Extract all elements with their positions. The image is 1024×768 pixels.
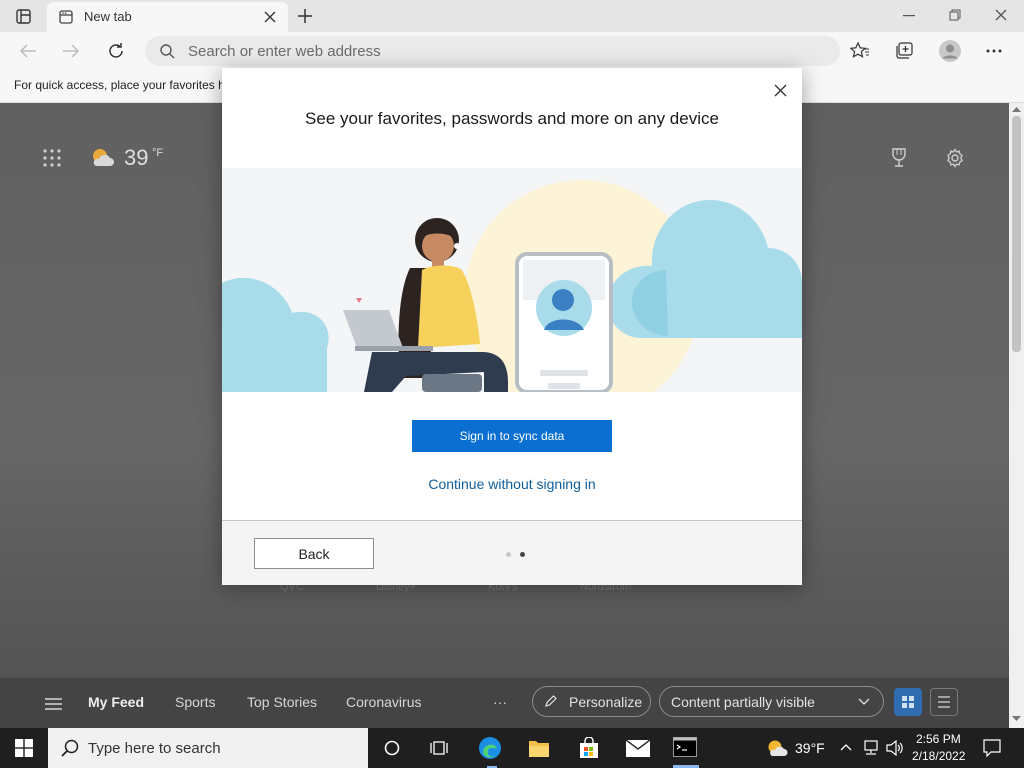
feed-bar: My Feed Sports Top Stories Coronavirus ·… bbox=[0, 678, 1009, 728]
profile-avatar-icon[interactable] bbox=[939, 40, 961, 62]
edge-taskbar-icon[interactable] bbox=[478, 736, 504, 762]
feed-more-button[interactable]: ··· bbox=[493, 694, 507, 710]
personalize-button[interactable]: Personalize bbox=[532, 686, 651, 717]
collections-icon[interactable] bbox=[895, 42, 915, 60]
taskbar-search-icon bbox=[61, 739, 79, 757]
sync-dialog: See your favorites, passwords and more o… bbox=[222, 68, 802, 585]
forward-arrow-icon[interactable] bbox=[62, 43, 80, 59]
volume-icon[interactable] bbox=[886, 740, 904, 756]
refresh-icon[interactable] bbox=[107, 42, 125, 60]
scrollbar-thumb[interactable] bbox=[1012, 116, 1021, 352]
list-view-icon bbox=[938, 696, 950, 708]
back-arrow-icon[interactable] bbox=[19, 43, 37, 59]
pager-dot-1 bbox=[506, 552, 511, 557]
command-prompt-icon[interactable] bbox=[673, 737, 697, 757]
pager-dot-2 bbox=[520, 552, 525, 557]
feed-tab-coronavirus[interactable]: Coronavirus bbox=[346, 694, 421, 710]
dialog-footer: Back bbox=[222, 520, 802, 585]
weather-temperature: 39 bbox=[124, 145, 149, 170]
content-visibility-value: Content partially visible bbox=[671, 694, 815, 710]
list-view-button[interactable] bbox=[930, 688, 958, 716]
network-icon[interactable] bbox=[862, 740, 880, 756]
tab-actions-icon[interactable] bbox=[16, 9, 31, 24]
rewards-icon[interactable] bbox=[890, 148, 908, 168]
windows-start-icon[interactable] bbox=[15, 739, 33, 757]
apps-grid-icon[interactable] bbox=[43, 149, 61, 167]
address-bar[interactable]: Search or enter web address bbox=[145, 36, 840, 66]
mail-icon[interactable] bbox=[626, 740, 650, 757]
tray-chevron-up-icon[interactable] bbox=[840, 743, 852, 751]
scroll-up-icon[interactable] bbox=[1012, 106, 1021, 112]
partly-sunny-icon bbox=[90, 147, 114, 167]
tab-new-tab[interactable]: New tab bbox=[47, 2, 288, 32]
personalize-label: Personalize bbox=[569, 694, 643, 710]
settings-gear-icon[interactable] bbox=[945, 148, 965, 168]
more-options-icon[interactable] bbox=[986, 49, 1002, 53]
grid-view-icon bbox=[902, 696, 914, 708]
file-explorer-icon[interactable] bbox=[528, 738, 550, 758]
address-placeholder: Search or enter web address bbox=[188, 43, 381, 60]
feed-tab-top-stories[interactable]: Top Stories bbox=[247, 694, 317, 710]
feed-tab-sports[interactable]: Sports bbox=[175, 694, 215, 710]
taskbar-date[interactable]: 2/18/2022 bbox=[912, 749, 965, 763]
dialog-title: See your favorites, passwords and more o… bbox=[305, 109, 719, 128]
tab-title: New tab bbox=[84, 9, 132, 24]
favorites-icon[interactable] bbox=[850, 42, 870, 60]
sync-illustration bbox=[222, 168, 802, 392]
weather-unit: °F bbox=[152, 147, 164, 159]
cortana-icon[interactable] bbox=[384, 740, 400, 756]
taskbar-time[interactable]: 2:56 PM bbox=[916, 732, 961, 746]
close-dialog-icon[interactable] bbox=[774, 84, 787, 97]
sign-in-to-sync-button[interactable]: Sign in to sync data bbox=[412, 420, 612, 452]
taskbar-weather-temp[interactable]: 39°F bbox=[795, 740, 825, 756]
favorites-bar-hint: For quick access, place your favorites h bbox=[14, 78, 225, 92]
store-icon[interactable] bbox=[578, 737, 600, 759]
taskbar-search-placeholder: Type here to search bbox=[88, 740, 221, 757]
menu-icon[interactable] bbox=[45, 698, 62, 710]
content-visibility-dropdown[interactable]: Content partially visible bbox=[659, 686, 884, 717]
close-tab-icon[interactable] bbox=[264, 11, 276, 23]
task-view-icon[interactable] bbox=[430, 740, 448, 756]
weather-sun-icon[interactable] bbox=[766, 739, 788, 757]
search-icon bbox=[160, 44, 175, 59]
back-button[interactable]: Back bbox=[254, 538, 374, 569]
continue-without-signing-in-link[interactable]: Continue without signing in bbox=[222, 476, 802, 492]
grid-view-button[interactable] bbox=[894, 688, 922, 716]
scroll-down-icon[interactable] bbox=[1012, 716, 1021, 722]
restore-icon[interactable] bbox=[949, 9, 961, 21]
feed-tab-my-feed[interactable]: My Feed bbox=[88, 694, 144, 710]
taskbar-search-box[interactable]: Type here to search bbox=[48, 728, 368, 768]
close-window-icon[interactable] bbox=[995, 9, 1007, 21]
minimize-icon[interactable] bbox=[903, 15, 915, 17]
pencil-icon bbox=[544, 695, 557, 708]
chevron-down-icon bbox=[858, 698, 870, 706]
title-bar: New tab bbox=[0, 0, 1024, 32]
notifications-icon[interactable] bbox=[983, 739, 1001, 757]
new-tab-plus-icon[interactable] bbox=[297, 8, 313, 24]
new-tab-icon bbox=[59, 10, 73, 24]
